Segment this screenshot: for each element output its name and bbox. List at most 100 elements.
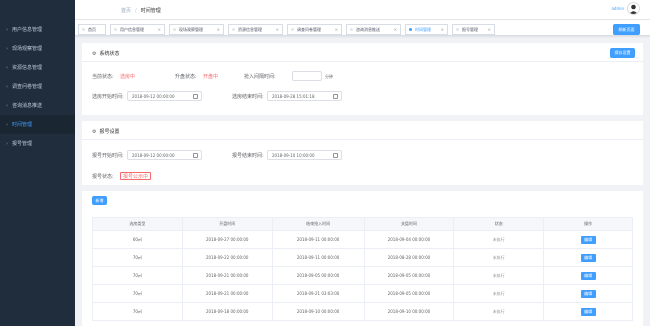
cell-action: 编辑 — [543, 302, 633, 321]
sidebar-item-user-info[interactable]: › 用户信息管理 — [0, 20, 75, 39]
interval-unit: 分钟 — [325, 74, 333, 79]
table-row: 70㎡ 2018-09-18 00:00:00 2018-09-10 00:00… — [92, 302, 633, 321]
sidebar-item-survey[interactable]: › 调查问卷管理 — [0, 77, 75, 96]
close-icon[interactable]: × — [214, 27, 220, 32]
sidebar-item-label: 现场观察管理 — [12, 46, 43, 52]
calendar-icon — [193, 153, 198, 158]
current-status-label: 当前状态: — [92, 74, 114, 80]
close-icon[interactable]: × — [273, 27, 279, 32]
cell-end-entry-time: 2018-09-11 00:00:00 — [271, 248, 365, 267]
close-icon[interactable]: × — [438, 27, 444, 32]
breadcrumb-home[interactable]: 首页 — [121, 8, 131, 14]
tag-dot-icon — [291, 28, 294, 31]
select-start-picker[interactable]: 2018-09-12 00:00:00 — [127, 91, 202, 101]
divider — [82, 61, 643, 62]
cell-type: 70㎡ — [92, 302, 183, 321]
column-header[interactable]: 选房类型 — [92, 217, 183, 231]
sidebar-item-time-management[interactable]: › 时间管理 — [0, 115, 75, 134]
cell-close-time: 2018-09-10 00:00:00 — [363, 302, 455, 321]
tag-label: 现场观察管理 — [179, 26, 203, 32]
tag-message-push[interactable]: 咨询消息推送 × — [346, 24, 401, 35]
close-icon[interactable]: × — [485, 27, 491, 32]
column-header[interactable]: 操作 — [543, 217, 633, 231]
select-end-picker[interactable]: 2018-09-28 15:01:18 — [267, 91, 342, 101]
tag-home[interactable]: 首页 — [78, 24, 106, 35]
hamburger-icon[interactable] — [79, 5, 89, 15]
breadcrumb-current: 时间管理 — [140, 8, 161, 14]
sidebar-item-label: 调查问卷管理 — [12, 84, 43, 90]
refresh-page-button[interactable]: 刷新页面 — [613, 24, 640, 35]
username[interactable]: admin — [611, 6, 624, 11]
sidebar-item-label: 用户信息管理 — [12, 27, 43, 33]
tag-dot-icon — [114, 28, 117, 31]
tag-survey[interactable]: 调查问卷管理 × — [287, 24, 342, 35]
tag-site-observation[interactable]: 现场观察管理 × — [169, 24, 224, 35]
table-row: 70㎡ 2018-09-21 00:00:00 2018-09-21 03:03… — [92, 284, 633, 303]
lift-status-value: 开盘中 — [203, 74, 219, 80]
avatar[interactable] — [627, 2, 640, 15]
sidebar: › 用户信息管理 › 现场观察管理 › 资源信息管理 › 调查问卷管理 › 咨询消息推送 … — [0, 0, 75, 326]
calendar-icon — [333, 94, 338, 99]
column-header[interactable]: 关盘时间 — [363, 217, 455, 231]
report-end-picker[interactable]: 2018-09-10 10:00:00 — [267, 150, 342, 160]
close-icon[interactable]: × — [332, 27, 338, 32]
cell-end-entry-time: 2018-09-21 03:03:00 — [271, 284, 365, 303]
table-row: 70㎡ 2018-09-21 00:00:00 2018-09-05 00:00… — [92, 266, 633, 285]
cell-action: 编辑 — [543, 284, 633, 303]
select-start-label: 选房开始时间: — [92, 94, 124, 100]
section-title-text: 系统状态 — [99, 51, 120, 57]
edit-button[interactable]: 编辑 — [580, 253, 596, 262]
close-icon[interactable]: × — [391, 27, 397, 32]
select-end-label: 选房结束时间: — [232, 94, 264, 100]
tag-dot-icon — [409, 28, 412, 31]
save-settings-button[interactable]: 保存设置 — [610, 48, 635, 58]
divider — [82, 139, 643, 140]
edit-button[interactable]: 编辑 — [580, 235, 596, 244]
sidebar-item-number-report[interactable]: › 报号管理 — [0, 134, 75, 153]
select-start-value: 2018-09-12 00:00:00 — [132, 93, 175, 99]
interval-input[interactable] — [292, 71, 322, 81]
cell-status: 未执行 — [453, 266, 545, 285]
cell-status: 未执行 — [453, 230, 545, 249]
user-avatar-icon — [629, 4, 638, 14]
edit-button[interactable]: 编辑 — [580, 271, 596, 280]
close-icon[interactable]: × — [155, 27, 161, 32]
report-start-label: 报号开始时间: — [92, 153, 124, 159]
cell-action: 编辑 — [543, 266, 633, 285]
cell-open-time: 2018-09-21 00:00:00 — [181, 266, 273, 285]
column-header[interactable]: 开盘时间 — [181, 217, 273, 231]
bullet-icon: › — [6, 121, 8, 128]
tag-label: 用户信息管理 — [120, 26, 144, 32]
user-menu[interactable]: admin — [611, 2, 640, 15]
column-header[interactable]: 结束抢入时间 — [271, 217, 365, 231]
breadcrumb-separator: / — [135, 8, 137, 14]
current-status-value: 选房中 — [120, 74, 136, 80]
bullet-icon: › — [6, 83, 8, 90]
tag-user-info[interactable]: 用户信息管理 × — [110, 24, 165, 35]
cell-open-time: 2018-09-27 00:00:00 — [181, 230, 273, 249]
tag-resource-info[interactable]: 资源信息管理 × — [228, 24, 283, 35]
calendar-icon — [333, 153, 338, 158]
main-area: 首页 / 时间管理 admin 首页 用户信息管理 × 现场观察管理 × 资源信息管理 ×… — [75, 0, 650, 326]
report-start-value: 2018-09-12 00:00:00 — [132, 152, 175, 158]
schedule-table-card: 新增 选房类型 开盘时间 结束抢入时间 关盘时间 状态 操作 60㎡ 2018-… — [82, 191, 643, 326]
sidebar-item-resource-info[interactable]: › 资源信息管理 — [0, 58, 75, 77]
sidebar-item-message-push[interactable]: › 咨询消息推送 — [0, 96, 75, 115]
tag-label: 调查问卷管理 — [297, 26, 321, 32]
edit-button[interactable]: 编辑 — [580, 289, 596, 298]
column-header[interactable]: 状态 — [453, 217, 545, 231]
sidebar-item-site-observation[interactable]: › 现场观察管理 — [0, 39, 75, 58]
tag-label: 资源信息管理 — [238, 26, 262, 32]
cell-action: 编辑 — [543, 230, 633, 249]
tag-time-management[interactable]: 时间管理 × — [405, 24, 448, 35]
bullet-icon: › — [6, 26, 8, 33]
calendar-icon — [193, 94, 198, 99]
section-title: ⚙ 报号设置 — [92, 128, 120, 136]
edit-button[interactable]: 编辑 — [580, 307, 596, 316]
add-button[interactable]: 新增 — [92, 196, 107, 205]
breadcrumb: 首页 / 时间管理 — [121, 7, 161, 14]
schedule-table: 选房类型 开盘时间 结束抢入时间 关盘时间 状态 操作 60㎡ 2018-09-… — [92, 217, 633, 321]
sidebar-item-label: 咨询消息推送 — [12, 103, 43, 109]
report-start-picker[interactable]: 2018-09-12 00:00:00 — [127, 150, 202, 160]
tag-number-report[interactable]: 报号管理 × — [452, 24, 495, 35]
